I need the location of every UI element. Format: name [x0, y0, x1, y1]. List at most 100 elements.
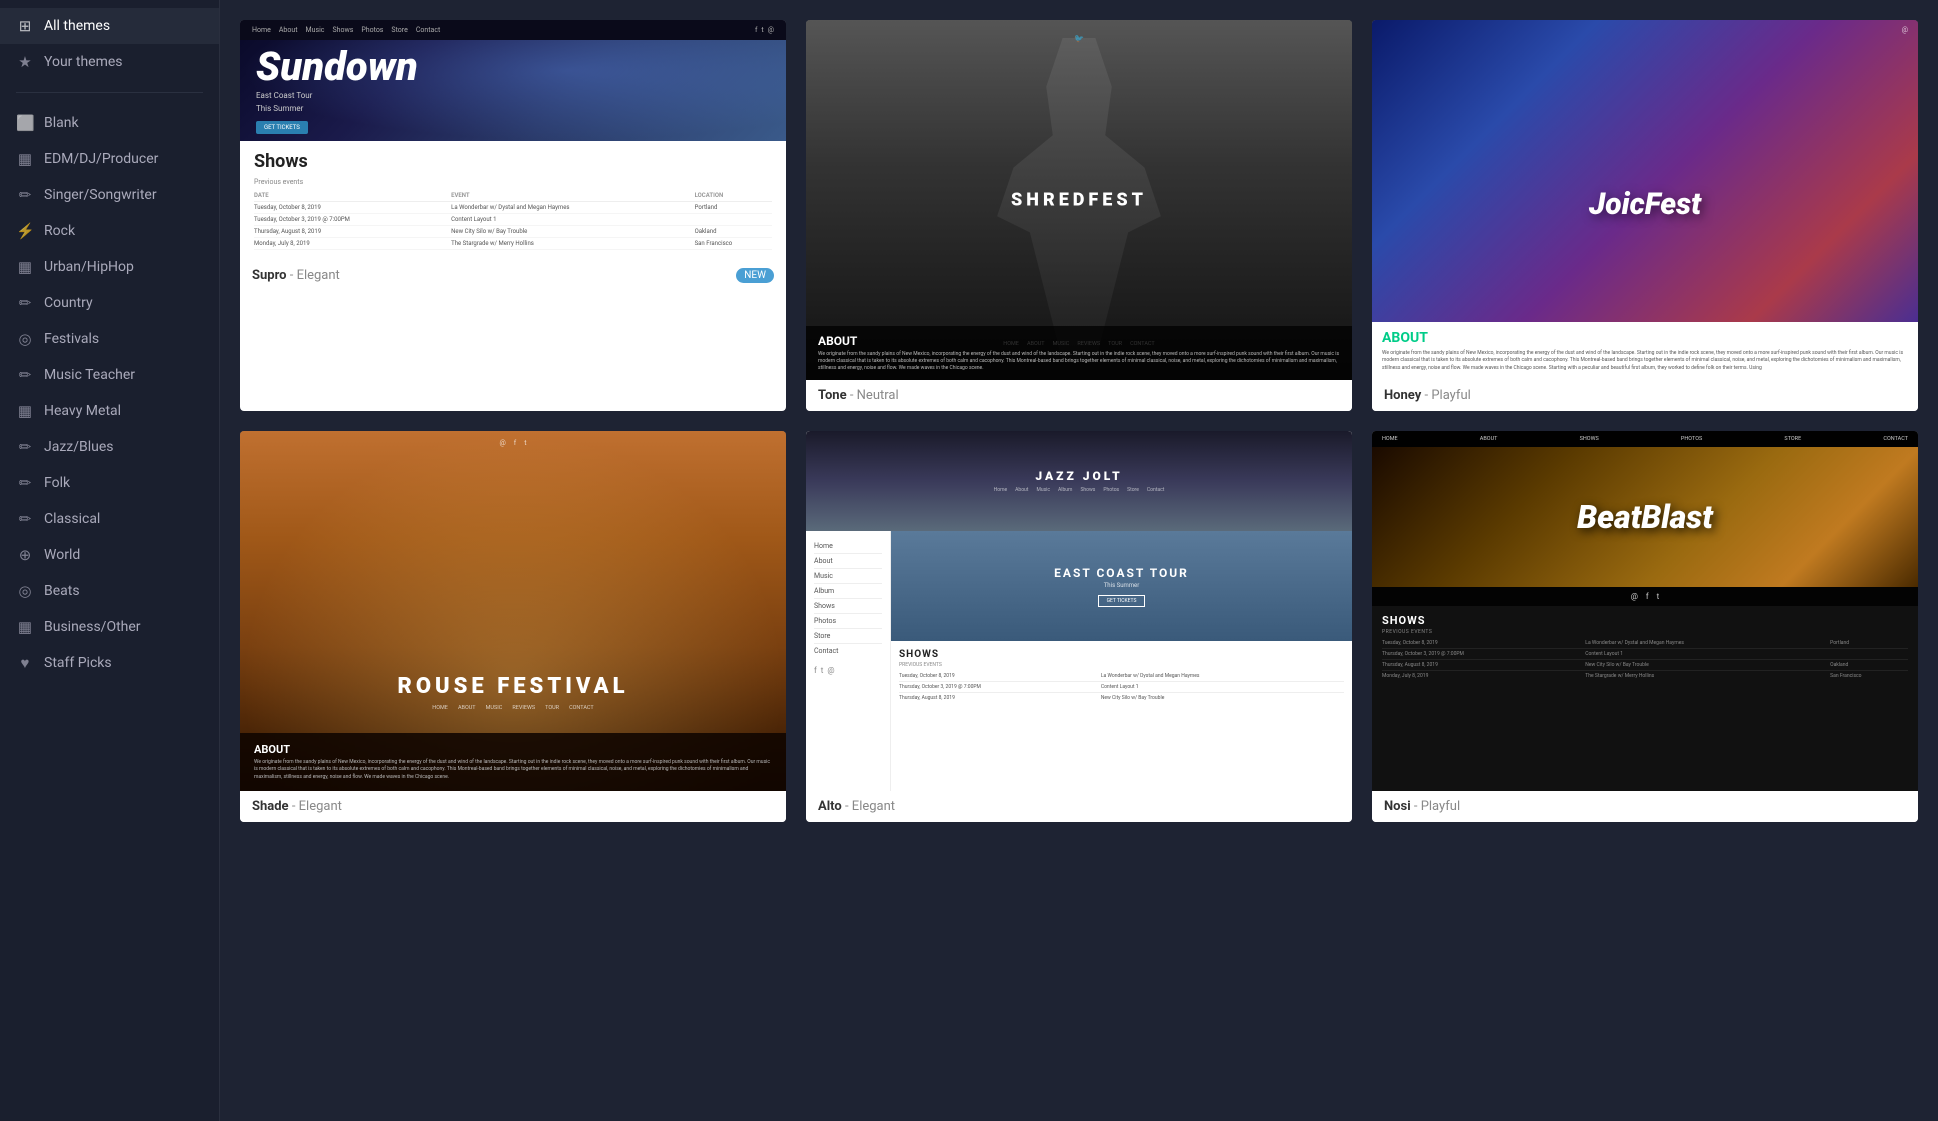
- sidebar-label-all-themes: All themes: [44, 18, 110, 34]
- tone-theme-name: Tone - Neutral: [818, 388, 899, 403]
- shade-theme-name: Shade - Elegant: [252, 799, 342, 814]
- sidebar-item-business[interactable]: ▦ Business/Other: [0, 609, 219, 645]
- shade-hero-content: ROUSE FESTIVAL HOME ABOUT MUSIC REVIEWS …: [240, 455, 786, 791]
- nosi-top-nav: HOME ABOUT SHOWS PHOTOS STORE CONTACT: [1372, 431, 1918, 447]
- theme-card-tone[interactable]: 🐦 SHREDFEST HOME ABOUT MUSIC REVIEWS TOU…: [806, 20, 1352, 411]
- alto-table: Tuesday, October 8, 2019 La Wonderbar w/…: [899, 671, 1344, 703]
- alto-right-content: EAST COAST TOUR This Summer GET TICKETS …: [891, 531, 1352, 791]
- sidebar-label-heavy-metal: Heavy Metal: [44, 403, 121, 419]
- theme-card-supro[interactable]: Home About Music Shows Photos Store Cont…: [240, 20, 786, 411]
- heart-icon: ♥: [16, 654, 34, 672]
- supro-shows: Shows Previous events DATE EVENT LOCATIO…: [240, 141, 786, 260]
- folk-icon: ✏: [16, 474, 34, 492]
- sidebar-divider: [16, 92, 203, 93]
- honey-preview: @ JoicFest HOME ABOUT MUSIC REVIEWS TOUR…: [1372, 20, 1918, 380]
- nosi-footer: Nosi - Playful: [1372, 791, 1918, 822]
- honey-top: @: [1372, 20, 1918, 40]
- nosi-preview: HOME ABOUT SHOWS PHOTOS STORE CONTACT Be…: [1372, 431, 1918, 791]
- shade-preview: @ f t ROUSE FESTIVAL HOME ABOUT MUSIC RE: [240, 431, 786, 791]
- jazz-icon: ✏: [16, 438, 34, 456]
- sidebar-label-blank: Blank: [44, 115, 79, 131]
- supro-hero: Sundown East Coast Tour This Summer GET …: [240, 40, 786, 141]
- grid-icon: ⊞: [16, 17, 34, 35]
- blank-icon: ⬜: [16, 114, 34, 132]
- theme-card-nosi[interactable]: HOME ABOUT SHOWS PHOTOS STORE CONTACT Be…: [1372, 431, 1918, 822]
- shade-hero-title: ROUSE FESTIVAL: [397, 674, 628, 699]
- sidebar-item-festivals[interactable]: ◎ Festivals: [0, 321, 219, 357]
- metal-icon: ▦: [16, 402, 34, 420]
- table-row: Thursday, August 8, 2019 New City Silo w…: [899, 693, 1344, 704]
- teacher-icon: ✏: [16, 366, 34, 384]
- tone-about: ABOUT We originate from the sandy plains…: [806, 326, 1352, 380]
- nosi-social: @ f t: [1372, 587, 1918, 606]
- theme-card-honey[interactable]: @ JoicFest HOME ABOUT MUSIC REVIEWS TOUR…: [1372, 20, 1918, 411]
- honey-hero-title: JoicFest: [1372, 40, 1918, 368]
- supro-col-location: LOCATION: [695, 190, 772, 202]
- sidebar-label-edm: EDM/DJ/Producer: [44, 151, 158, 167]
- nosi-table: Tuesday, October 8, 2019 La Wonderbar w/…: [1382, 638, 1908, 681]
- supro-hero-sub2: This Summer: [256, 104, 770, 113]
- classical-icon: ✏: [16, 510, 34, 528]
- sidebar-item-rock[interactable]: ⚡ Rock: [0, 213, 219, 249]
- sidebar-label-singer: Singer/Songwriter: [44, 187, 157, 203]
- theme-card-shade[interactable]: @ f t ROUSE FESTIVAL HOME ABOUT MUSIC RE: [240, 431, 786, 822]
- nosi-hero-title: BeatBlast: [1577, 498, 1713, 536]
- shade-footer: Shade - Elegant: [240, 791, 786, 822]
- sidebar-item-beats[interactable]: ◎ Beats: [0, 573, 219, 609]
- sidebar-item-blank[interactable]: ⬜ Blank: [0, 105, 219, 141]
- sidebar-label-urban: Urban/HipHop: [44, 259, 134, 275]
- supro-col-date: DATE: [254, 190, 451, 202]
- world-icon: ⊕: [16, 546, 34, 564]
- nosi-theme-name: Nosi - Playful: [1384, 799, 1460, 814]
- tone-about-text: We originate from the sandy plains of Ne…: [818, 351, 1340, 372]
- table-row: Thursday, August 8, 2019 New City Silo w…: [254, 226, 772, 238]
- sidebar-item-heavy-metal[interactable]: ▦ Heavy Metal: [0, 393, 219, 429]
- sidebar-item-classical[interactable]: ✏ Classical: [0, 501, 219, 537]
- sidebar-categories-section: ⬜ Blank ▦ EDM/DJ/Producer ✏ Singer/Songw…: [0, 97, 219, 689]
- festivals-icon: ◎: [16, 330, 34, 348]
- sidebar-label-folk: Folk: [44, 475, 70, 491]
- beats-icon: ◎: [16, 582, 34, 600]
- sidebar-item-singer[interactable]: ✏ Singer/Songwriter: [0, 177, 219, 213]
- sidebar-item-staff-picks[interactable]: ♥ Staff Picks: [0, 645, 219, 681]
- sidebar-label-music-teacher: Music Teacher: [44, 367, 135, 383]
- shade-top-social: @ f t: [240, 431, 786, 455]
- sidebar-label-business: Business/Other: [44, 619, 141, 635]
- sidebar-item-music-teacher[interactable]: ✏ Music Teacher: [0, 357, 219, 393]
- alto-shows: SHOWS PREVIOUS EVENTS Tuesday, October 8…: [891, 641, 1352, 791]
- tone-about-title: ABOUT: [818, 334, 1340, 348]
- alto-tour-title: EAST COAST TOUR: [1054, 566, 1189, 580]
- tone-footer: Tone - Neutral: [806, 380, 1352, 411]
- rock-icon: ⚡: [16, 222, 34, 240]
- table-row: Tuesday, October 8, 2019 La Wonderbar w/…: [254, 202, 772, 214]
- alto-tour-hero: EAST COAST TOUR This Summer GET TICKETS: [891, 531, 1352, 641]
- sidebar-item-your-themes[interactable]: ★ Your themes: [0, 44, 219, 80]
- theme-card-alto[interactable]: JAZZ JOLT Home About Music Album Shows P…: [806, 431, 1352, 822]
- alto-tour-btn: GET TICKETS: [1098, 595, 1146, 607]
- honey-about-text: We originate from the sandy plains of Ne…: [1382, 350, 1908, 373]
- alto-left-nav: Home About Music Album Shows Photos Stor…: [806, 531, 891, 791]
- sidebar-item-jazz[interactable]: ✏ Jazz/Blues: [0, 429, 219, 465]
- sidebar-item-country[interactable]: ✏ Country: [0, 285, 219, 321]
- table-row: Thursday, August 8, 2019 New City Silo w…: [1382, 660, 1908, 671]
- alto-hero-nav: Home About Music Album Shows Photos Stor…: [994, 487, 1165, 493]
- sidebar-item-all-themes[interactable]: ⊞ All themes: [0, 8, 219, 44]
- supro-hero-sub1: East Coast Tour: [256, 91, 770, 100]
- sidebar-item-folk[interactable]: ✏ Folk: [0, 465, 219, 501]
- table-row: Monday, July 8, 2019 The Stargrade w/ Me…: [254, 238, 772, 250]
- sidebar-label-country: Country: [44, 295, 93, 311]
- supro-nav-social: f t @: [755, 26, 774, 34]
- sidebar-item-world[interactable]: ⊕ World: [0, 537, 219, 573]
- alto-hero-title: JAZZ JOLT: [1035, 469, 1122, 483]
- honey-about: ABOUT We originate from the sandy plains…: [1372, 322, 1918, 381]
- sidebar-item-edm[interactable]: ▦ EDM/DJ/Producer: [0, 141, 219, 177]
- supro-footer: Supro - Elegant NEW: [240, 260, 786, 291]
- sidebar-label-festivals: Festivals: [44, 331, 99, 347]
- sidebar: ⊞ All themes ★ Your themes ⬜ Blank ▦ EDM…: [0, 0, 220, 1121]
- main-content: Home About Music Shows Photos Store Cont…: [220, 0, 1938, 1121]
- tone-preview: 🐦 SHREDFEST HOME ABOUT MUSIC REVIEWS TOU…: [806, 20, 1352, 380]
- table-row: Tuesday, October 8, 2019 La Wonderbar w/…: [899, 671, 1344, 682]
- sidebar-item-urban[interactable]: ▦ Urban/HipHop: [0, 249, 219, 285]
- table-row: Thursday, October 3, 2019 @ 7:00PM Conte…: [899, 682, 1344, 693]
- supro-preview: Home About Music Shows Photos Store Cont…: [240, 20, 786, 260]
